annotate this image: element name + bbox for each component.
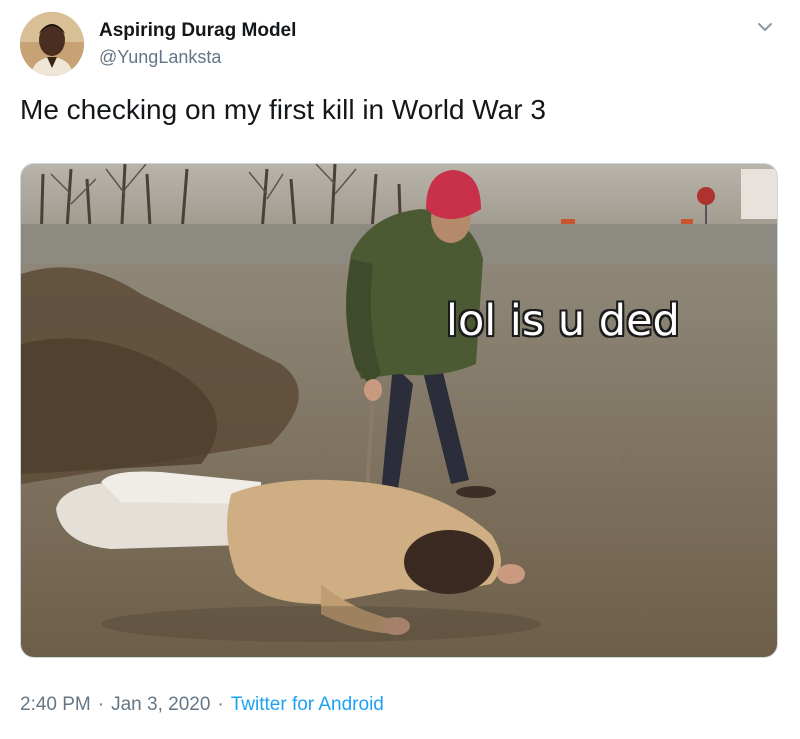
meme-photo — [21, 164, 777, 657]
profile-photo-icon — [20, 12, 84, 76]
tweet-time[interactable]: 2:40 PM — [20, 694, 91, 715]
tweet-date[interactable]: Jan 3, 2020 — [111, 694, 210, 715]
tweet-source-link[interactable]: Twitter for Android — [231, 694, 384, 715]
meme-caption: lol is u ded — [446, 296, 680, 346]
tweet-text: Me checking on my first kill in World Wa… — [20, 94, 546, 125]
user-handle[interactable]: @YungLanksta — [99, 47, 221, 68]
tweet-header: Aspiring Durag Model @YungLanksta — [20, 12, 780, 78]
display-name[interactable]: Aspiring Durag Model — [99, 20, 296, 42]
separator-dot: · — [217, 694, 224, 715]
tweet-card: Aspiring Durag Model @YungLanksta Me che… — [0, 0, 800, 739]
chevron-down-icon[interactable] — [754, 16, 776, 38]
avatar[interactable] — [20, 12, 84, 76]
separator-dot: · — [97, 694, 105, 715]
tweet-metadata: 2:40 PM · Jan 3, 2020 · Twitter for Android — [20, 694, 384, 716]
tweet-media-image[interactable]: lol is u ded — [20, 163, 778, 658]
